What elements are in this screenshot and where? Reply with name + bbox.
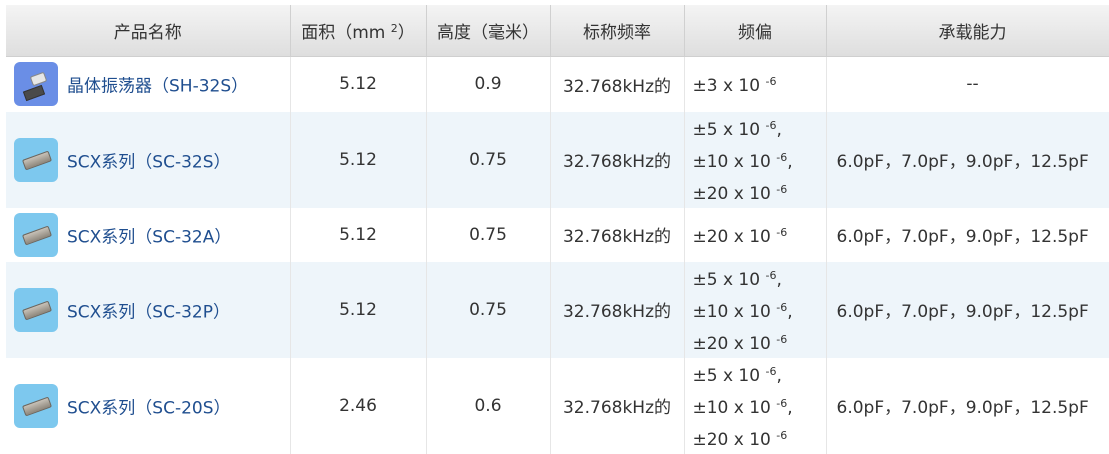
deviation-line: ±20 x 10 -6 (692, 428, 788, 450)
frequency-cell: 32.768kHz的 (550, 207, 685, 262)
frequency-cell: 32.768kHz的 (550, 56, 685, 112)
frequency-cell: 32.768kHz的 (550, 111, 685, 208)
deviation-line: ±3 x 10 -6 (692, 75, 777, 97)
header-height[interactable]: 高度（毫米） (426, 5, 551, 57)
deviation-line: ±5 x 10 -6, (692, 268, 782, 290)
deviation-cell: ±5 x 10 -6, ±10 x 10 -6, ±20 x 10 -6 (684, 261, 827, 358)
product-name-cell: 晶体振荡器（SH-32S） (6, 56, 291, 112)
deviation-cell: ±3 x 10 -6 (684, 56, 827, 112)
crystal-thumbnail-icon[interactable] (14, 287, 58, 332)
table-header-row: 产品名称 面积（mm 2） 高度（毫米） 标称频率 频偏 承载能力 (6, 5, 1109, 57)
deviation-line: ±5 x 10 -6, (692, 118, 782, 140)
deviation-line: ±20 x 10 -6 (692, 182, 788, 204)
deviation-line: ±5 x 10 -6, (692, 364, 782, 386)
deviation-line: ±20 x 10 -6 (692, 225, 788, 247)
load-cell: 6.0pF，7.0pF，9.0pF，12.5pF (826, 111, 1109, 208)
header-frequency-deviation[interactable]: 频偏 (684, 5, 827, 57)
load-cell: -- (826, 56, 1109, 112)
table-row: SCX系列（SC-20S） 2.46 0.6 32.768kHz的 ±5 x 1… (6, 357, 1109, 454)
table-row: 晶体振荡器（SH-32S） 5.12 0.9 32.768kHz的 ±3 x 1… (6, 56, 1109, 112)
frequency-cell: 32.768kHz的 (550, 357, 685, 454)
product-link[interactable]: SCX系列（SC-32P） (67, 302, 230, 322)
height-cell: 0.75 (426, 111, 551, 208)
area-cell: 5.12 (290, 111, 427, 208)
product-link[interactable]: 晶体振荡器（SH-32S） (67, 77, 248, 97)
deviation-line: ±20 x 10 -6 (692, 332, 788, 354)
load-cell: 6.0pF，7.0pF，9.0pF，12.5pF (826, 207, 1109, 262)
product-name-cell: SCX系列（SC-32P） (6, 261, 291, 358)
height-cell: 0.6 (426, 357, 551, 454)
deviation-line: ±10 x 10 -6, (692, 396, 793, 418)
crystal-thumbnail-icon[interactable] (14, 212, 58, 257)
area-cell: 5.12 (290, 56, 427, 112)
deviation-line: ±10 x 10 -6, (692, 150, 793, 172)
load-cell: 6.0pF，7.0pF，9.0pF，12.5pF (826, 261, 1109, 358)
height-cell: 0.9 (426, 56, 551, 112)
area-cell: 5.12 (290, 261, 427, 358)
header-area-superscript: 2 (390, 22, 398, 35)
header-product-name[interactable]: 产品名称 (6, 5, 291, 57)
header-area-close: ） (397, 23, 415, 43)
product-name-cell: SCX系列（SC-32S） (6, 111, 291, 208)
product-link[interactable]: SCX系列（SC-32S） (67, 152, 231, 172)
deviation-cell: ±20 x 10 -6 (684, 207, 827, 262)
table-row: SCX系列（SC-32A） 5.12 0.75 32.768kHz的 ±20 x… (6, 207, 1109, 262)
header-nominal-frequency[interactable]: 标称频率 (550, 5, 685, 57)
product-name-cell: SCX系列（SC-32A） (6, 207, 291, 262)
height-cell: 0.75 (426, 261, 551, 358)
area-cell: 2.46 (290, 357, 427, 454)
crystal-thumbnail-icon[interactable] (14, 137, 58, 182)
table-row: SCX系列（SC-32S） 5.12 0.75 32.768kHz的 ±5 x … (6, 111, 1109, 208)
product-link[interactable]: SCX系列（SC-20S） (67, 398, 231, 418)
oscillator-thumbnail-icon[interactable] (14, 62, 58, 107)
table-row: SCX系列（SC-32P） 5.12 0.75 32.768kHz的 ±5 x … (6, 261, 1109, 358)
deviation-cell: ±5 x 10 -6, ±10 x 10 -6, ±20 x 10 -6 (684, 357, 827, 454)
header-area-label: 面积（mm (301, 23, 386, 43)
frequency-cell: 32.768kHz的 (550, 261, 685, 358)
height-cell: 0.75 (426, 207, 551, 262)
deviation-line: ±10 x 10 -6, (692, 300, 793, 322)
product-name-cell: SCX系列（SC-20S） (6, 357, 291, 454)
header-load-capacitance[interactable]: 承载能力 (826, 5, 1109, 57)
product-table: 产品名称 面积（mm 2） 高度（毫米） 标称频率 频偏 承载能力 晶体振荡器（… (6, 5, 1109, 454)
header-area[interactable]: 面积（mm 2） (290, 5, 427, 57)
area-cell: 5.12 (290, 207, 427, 262)
product-link[interactable]: SCX系列（SC-32A） (67, 227, 231, 247)
deviation-cell: ±5 x 10 -6, ±10 x 10 -6, ±20 x 10 -6 (684, 111, 827, 208)
load-cell: 6.0pF，7.0pF，9.0pF，12.5pF (826, 357, 1109, 454)
